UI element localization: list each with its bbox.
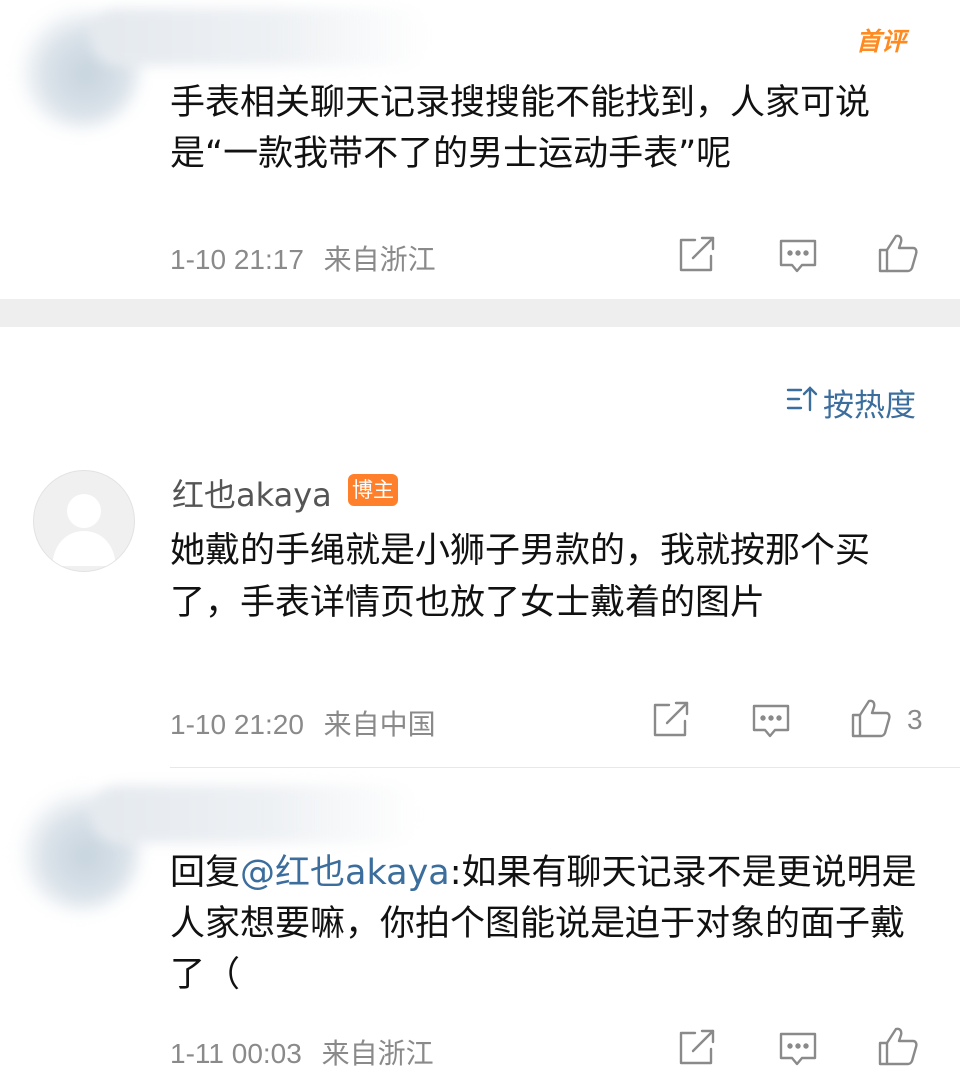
username[interactable]: 红也akaya <box>172 470 332 516</box>
section-divider <box>0 299 960 327</box>
comment-time: 1-10 21:20 <box>170 709 304 740</box>
comment-icon[interactable] <box>778 238 818 276</box>
reply-mention-link[interactable]: @红也akaya <box>240 853 450 893</box>
username-blurred[interactable] <box>90 785 420 843</box>
username-blurred[interactable] <box>90 8 430 66</box>
avatar[interactable] <box>33 470 135 572</box>
sort-button[interactable]: 按热度 <box>785 380 916 425</box>
comment-icon[interactable] <box>751 703 791 741</box>
comment-location: 来自浙江 <box>321 1038 434 1069</box>
default-avatar-icon <box>52 494 116 566</box>
reply-text: 回复@红也akaya:如果有聊天记录不是更说明是人家想要嘛，你拍个图能说是迫于对… <box>170 848 930 1001</box>
comment-meta: 1-10 21:17 来自浙江 <box>170 238 436 278</box>
reply-prefix: 回复 <box>170 853 241 893</box>
like-icon[interactable] <box>877 232 919 274</box>
comment-text: 她戴的手绳就是小狮子男款的，我就按那个买了，手表详情页也放了女士戴着的图片 <box>170 531 871 623</box>
comment-meta: 1-10 21:20 来自中国 <box>170 703 436 743</box>
sort-icon <box>785 384 819 422</box>
share-icon[interactable] <box>677 236 717 274</box>
like-icon[interactable] <box>877 1025 919 1067</box>
comment-location: 来自中国 <box>323 709 436 740</box>
comment-time: 1-11 00:03 <box>170 1038 302 1069</box>
share-icon[interactable] <box>677 1029 717 1067</box>
comment-icon[interactable] <box>778 1031 818 1069</box>
sort-label: 按热度 <box>823 388 916 424</box>
hot-comment-label: 首评 <box>856 27 907 56</box>
comment-meta: 1-11 00:03 来自浙江 <box>170 1032 434 1072</box>
share-icon[interactable] <box>651 701 691 739</box>
blogger-badge: 博主 <box>348 474 398 506</box>
divider <box>170 767 960 768</box>
comment-text: 手表相关聊天记录搜搜能不能找到，人家可说是“一款我带不了的男士运动手表”呢 <box>170 83 871 174</box>
comment-location: 来自浙江 <box>323 244 436 275</box>
comment-time: 1-10 21:17 <box>170 244 304 275</box>
like-icon[interactable] <box>850 697 892 739</box>
like-count: 3 <box>907 704 923 735</box>
